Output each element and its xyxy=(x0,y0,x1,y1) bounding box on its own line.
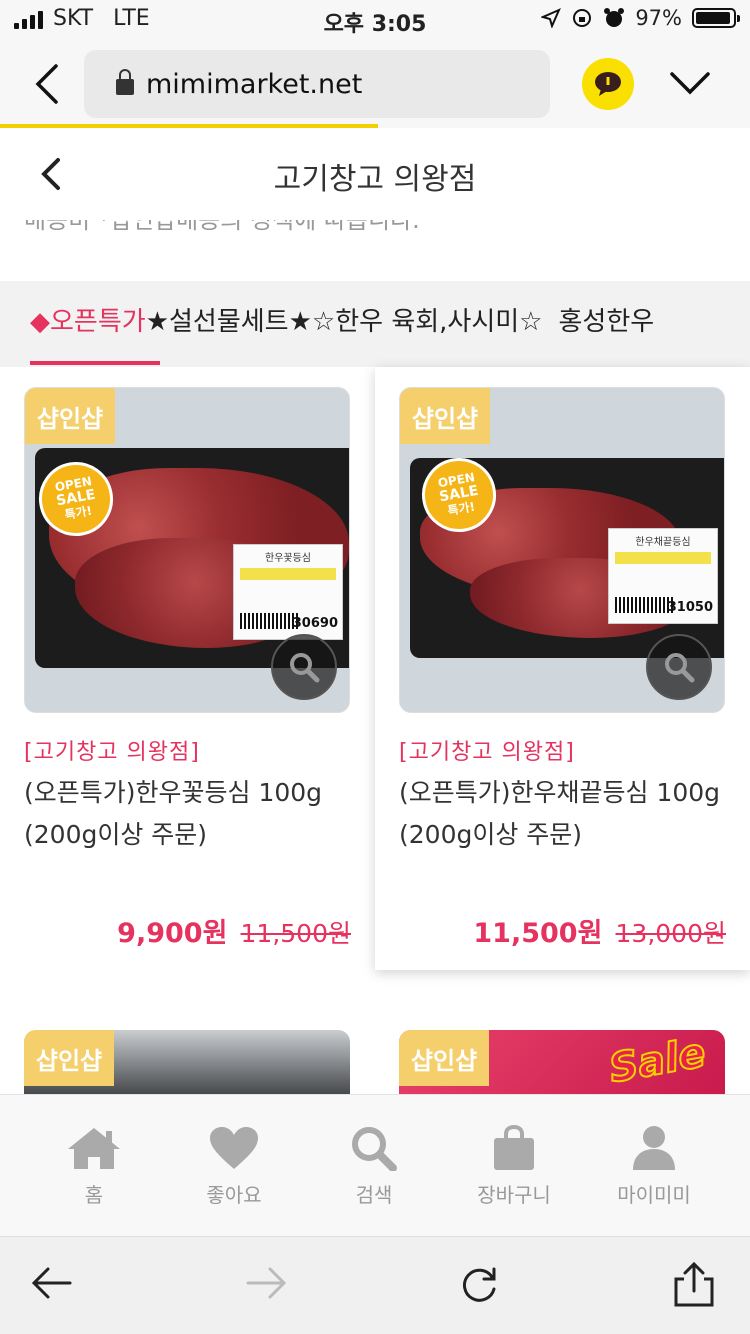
product-name[interactable]: (오픈특가)한우채끝등심 100g (200g이상 주문) xyxy=(399,772,729,856)
sale-price: 11,500원 xyxy=(473,918,603,949)
status-bar: SKT LTE 오후 3:05 97% xyxy=(0,0,750,40)
nav-mypage-label: 마이미미 xyxy=(617,1183,691,1207)
person-icon xyxy=(633,1126,675,1170)
tab-yukhoe-sashimi[interactable]: ☆한우 육회,사시미☆ xyxy=(312,301,543,338)
price-block: 11,500원 13,000원 xyxy=(473,911,726,950)
nav-likes[interactable]: 좋아요 xyxy=(164,1125,304,1208)
magnifier-icon xyxy=(290,653,320,683)
nav-home-label: 홈 xyxy=(84,1183,104,1207)
alarm-icon xyxy=(604,8,625,27)
shop-header: 고기창고 의왕점 xyxy=(0,128,750,220)
seller-name: [고기창고 의왕점] xyxy=(399,740,575,765)
refresh-icon[interactable] xyxy=(458,1265,500,1307)
forward-arrow-icon[interactable] xyxy=(244,1263,288,1303)
shipping-policy-text: 배송비 *샵인샵배송의 정책에 따릅니다. xyxy=(24,220,420,234)
original-price: 11,500원 xyxy=(240,919,351,948)
price-block: 9,900원 11,500원 xyxy=(117,911,351,950)
battery-percent: 97% xyxy=(635,6,682,30)
bottom-navigation: 홈 좋아요 검색 장바구니 마이미미 xyxy=(0,1094,750,1236)
share-icon[interactable] xyxy=(672,1261,716,1307)
nav-mypage[interactable]: 마이미미 xyxy=(584,1125,724,1208)
search-icon xyxy=(352,1127,397,1171)
battery-icon xyxy=(692,8,740,28)
nav-search[interactable]: 검색 xyxy=(304,1125,444,1208)
product-image[interactable]: 샵인샵 OPEN SALE 특가! 한우꽃등심 30690 xyxy=(24,387,350,713)
magnifier-icon xyxy=(665,653,695,683)
lock-icon xyxy=(116,69,134,95)
original-price: 13,000원 xyxy=(615,919,726,948)
rotation-lock-icon xyxy=(573,9,592,27)
price-label: 한우채끝등심 31050 xyxy=(608,528,718,624)
browser-back-chevron-icon[interactable] xyxy=(28,62,68,106)
product-card-partial[interactable]: 샵인샵 xyxy=(24,1030,350,1100)
product-card[interactable]: 샵인샵 OPEN SALE 특가! 한우채끝등심 31050 [고기창고 의왕점… xyxy=(375,367,750,970)
tab-hongseong-hanwoo[interactable]: 홍성한우 xyxy=(559,301,655,338)
browser-toolbar xyxy=(0,1236,750,1334)
chevron-down-icon[interactable] xyxy=(668,68,712,98)
sale-price: 9,900원 xyxy=(117,918,228,949)
product-card-partial[interactable]: 샵인샵 Sale xyxy=(399,1030,725,1100)
shop-in-shop-badge: 샵인샵 xyxy=(24,1030,114,1086)
location-icon xyxy=(541,8,562,28)
chat-bubble-icon xyxy=(595,72,621,96)
product-image[interactable]: 샵인샵 OPEN SALE 특가! 한우채끝등심 31050 xyxy=(399,387,725,713)
zoom-button[interactable] xyxy=(271,634,337,700)
active-tab-indicator xyxy=(30,361,160,365)
url-text: mimimarket.net xyxy=(146,68,363,100)
price-label: 한우꽃등심 30690 xyxy=(233,544,343,640)
nav-cart[interactable]: 장바구니 xyxy=(444,1125,584,1208)
sale-banner-text: Sale xyxy=(605,1030,710,1093)
shop-in-shop-badge: 샵인샵 xyxy=(399,1030,489,1086)
kakao-chat-button[interactable] xyxy=(582,58,634,110)
shop-in-shop-badge: 샵인샵 xyxy=(25,388,115,444)
category-tabs: ◆오픈특가 ★설선물세트★ ☆한우 육회,사시미☆ 홍성한우 xyxy=(0,281,750,367)
back-arrow-icon[interactable] xyxy=(30,1263,74,1303)
heart-icon xyxy=(210,1127,258,1169)
nav-cart-label: 장바구니 xyxy=(477,1183,551,1207)
zoom-button[interactable] xyxy=(646,634,712,700)
shop-in-shop-badge: 샵인샵 xyxy=(400,388,490,444)
url-field[interactable]: mimimarket.net xyxy=(84,50,550,118)
nav-likes-label: 좋아요 xyxy=(206,1183,262,1207)
tab-gift-set[interactable]: ★설선물세트★ xyxy=(146,301,312,338)
nav-search-label: 검색 xyxy=(355,1183,393,1207)
product-card[interactable]: 샵인샵 OPEN SALE 특가! 한우꽃등심 30690 [고기창고 의왕점]… xyxy=(0,367,375,970)
nav-home[interactable]: 홈 xyxy=(24,1125,164,1208)
browser-address-bar: mimimarket.net xyxy=(0,40,750,128)
product-name[interactable]: (오픈특가)한우꽃등심 100g (200g이상 주문) xyxy=(24,772,354,856)
bag-icon xyxy=(494,1125,534,1170)
seller-name: [고기창고 의왕점] xyxy=(24,740,200,765)
home-icon xyxy=(68,1128,120,1169)
shop-title: 고기창고 의왕점 xyxy=(273,162,477,197)
tab-open-special[interactable]: ◆오픈특가 xyxy=(30,301,146,338)
